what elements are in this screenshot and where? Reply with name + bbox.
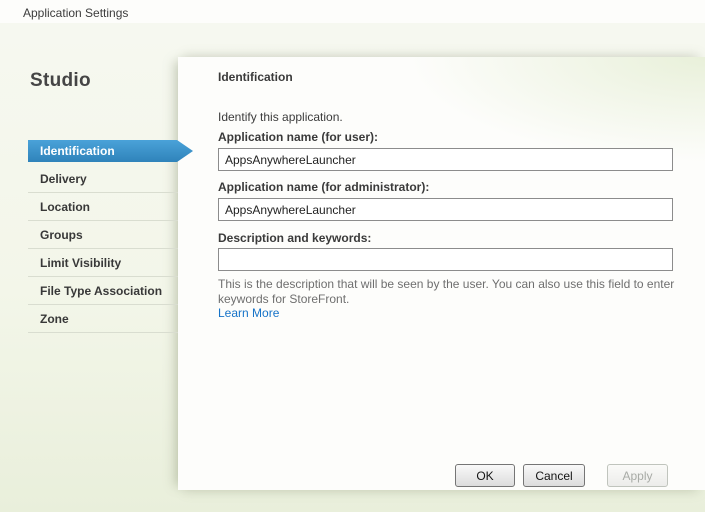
nav-item-label: Identification bbox=[40, 144, 115, 158]
learn-more-link[interactable]: Learn More bbox=[218, 306, 279, 320]
content-panel: Identification Identify this application… bbox=[178, 57, 705, 490]
apply-button[interactable]: Apply bbox=[607, 464, 668, 487]
nav-item-label: Delivery bbox=[40, 172, 87, 186]
nav-item-location[interactable]: Location bbox=[28, 193, 178, 221]
nav-item-label: Location bbox=[40, 200, 90, 214]
nav-item-label: Zone bbox=[40, 312, 69, 326]
nav-item-limit-visibility[interactable]: Limit Visibility bbox=[28, 249, 178, 277]
description-keywords-input[interactable] bbox=[218, 248, 673, 271]
nav-item-file-type-association[interactable]: File Type Association bbox=[28, 277, 178, 305]
field-label-app-name-admin: Application name (for administrator): bbox=[218, 180, 429, 194]
field-label-description: Description and keywords: bbox=[218, 231, 371, 245]
ok-button[interactable]: OK bbox=[455, 464, 515, 487]
page-title: Identification bbox=[218, 70, 293, 84]
nav-item-identification[interactable]: Identification bbox=[28, 137, 178, 165]
nav-item-delivery[interactable]: Delivery bbox=[28, 165, 178, 193]
nav-item-label: Groups bbox=[40, 228, 83, 242]
application-settings-window: Application Settings Identification Iden… bbox=[0, 0, 705, 512]
nav-item-label: Limit Visibility bbox=[40, 256, 121, 270]
field-label-app-name-user: Application name (for user): bbox=[218, 130, 378, 144]
studio-brand-title: Studio bbox=[30, 70, 91, 92]
settings-nav: Identification Delivery Location Groups … bbox=[28, 137, 178, 333]
cancel-button[interactable]: Cancel bbox=[523, 464, 585, 487]
intro-text: Identify this application. bbox=[218, 110, 343, 124]
nav-item-zone[interactable]: Zone bbox=[28, 305, 178, 333]
description-help-text: This is the description that will be see… bbox=[218, 277, 680, 307]
window-title: Application Settings bbox=[23, 6, 128, 20]
app-name-user-input[interactable] bbox=[218, 148, 673, 171]
nav-item-label: File Type Association bbox=[40, 284, 162, 298]
nav-item-groups[interactable]: Groups bbox=[28, 221, 178, 249]
app-name-admin-input[interactable] bbox=[218, 198, 673, 221]
